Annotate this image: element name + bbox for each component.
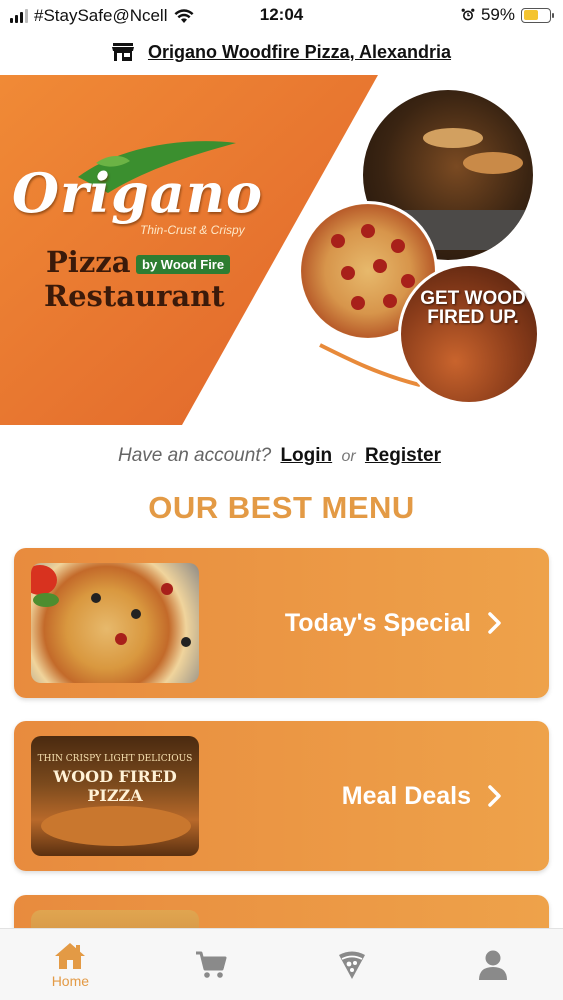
user-icon (478, 950, 507, 980)
alarm-icon (461, 8, 475, 21)
battery-fill (523, 10, 539, 20)
or-label: or (341, 448, 356, 465)
battery-icon (521, 7, 554, 23)
card-label: Meal Deals (341, 781, 471, 810)
nav-home[interactable]: Home (0, 929, 141, 1000)
pizza-slice-icon (338, 951, 365, 979)
nav-home-label: Home (51, 972, 90, 989)
card-label: Today's Special (284, 608, 471, 637)
chevron-right-icon (487, 721, 503, 871)
logo-tagline: Thin-Crust & Crispy (140, 223, 245, 237)
image-caption-small: THIN CRISPY LIGHT DELICIOUS (37, 754, 193, 764)
status-right: 59% (461, 5, 554, 25)
bottom-nav: Home (0, 928, 563, 1000)
restaurant-header[interactable]: Origano Woodfire Pizza, Alexandria (0, 36, 563, 68)
battery-percent: 59% (480, 5, 515, 24)
nav-cart[interactable] (141, 929, 282, 1000)
menu-card-todays-special[interactable]: Today's Special (14, 548, 549, 698)
account-prompt: Have an account? (118, 445, 272, 466)
logo-origano: Origano (12, 161, 264, 225)
home-icon (55, 942, 86, 969)
logo-restaurant: Restaurant (44, 279, 225, 313)
nav-menu[interactable] (282, 929, 423, 1000)
promo-text: GET WOOD FIRED UP. (420, 288, 526, 328)
menu-card-meal-deals[interactable]: THIN CRISPY LIGHT DELICIOUS WOOD FIRED P… (14, 721, 549, 871)
account-prompt-line: Have an account? Login or Register (0, 445, 563, 467)
wood-fired-promo-photo (398, 263, 540, 405)
cart-icon (196, 951, 227, 978)
logo-pizza: Pizza (46, 245, 131, 279)
meal-deals-image: THIN CRISPY LIGHT DELICIOUS WOOD FIRED P… (31, 736, 199, 856)
hero-banner: Origano Thin-Crust & Crispy Pizza by Woo… (0, 75, 563, 425)
logo-wood-fire-badge: by Wood Fire (136, 255, 231, 274)
image-caption-large: WOOD FIRED PIZZA (53, 767, 177, 805)
nav-account[interactable] (422, 929, 563, 1000)
register-link[interactable]: Register (365, 445, 441, 466)
restaurant-name[interactable]: Origano Woodfire Pizza, Alexandria (148, 42, 451, 63)
store-icon (111, 43, 134, 61)
section-title: OUR BEST MENU (148, 490, 415, 525)
login-link[interactable]: Login (280, 445, 332, 466)
chevron-right-icon (487, 548, 503, 698)
todays-special-image (31, 563, 199, 683)
status-bar: #StaySafe@Ncell 12:04 59% (0, 0, 563, 32)
